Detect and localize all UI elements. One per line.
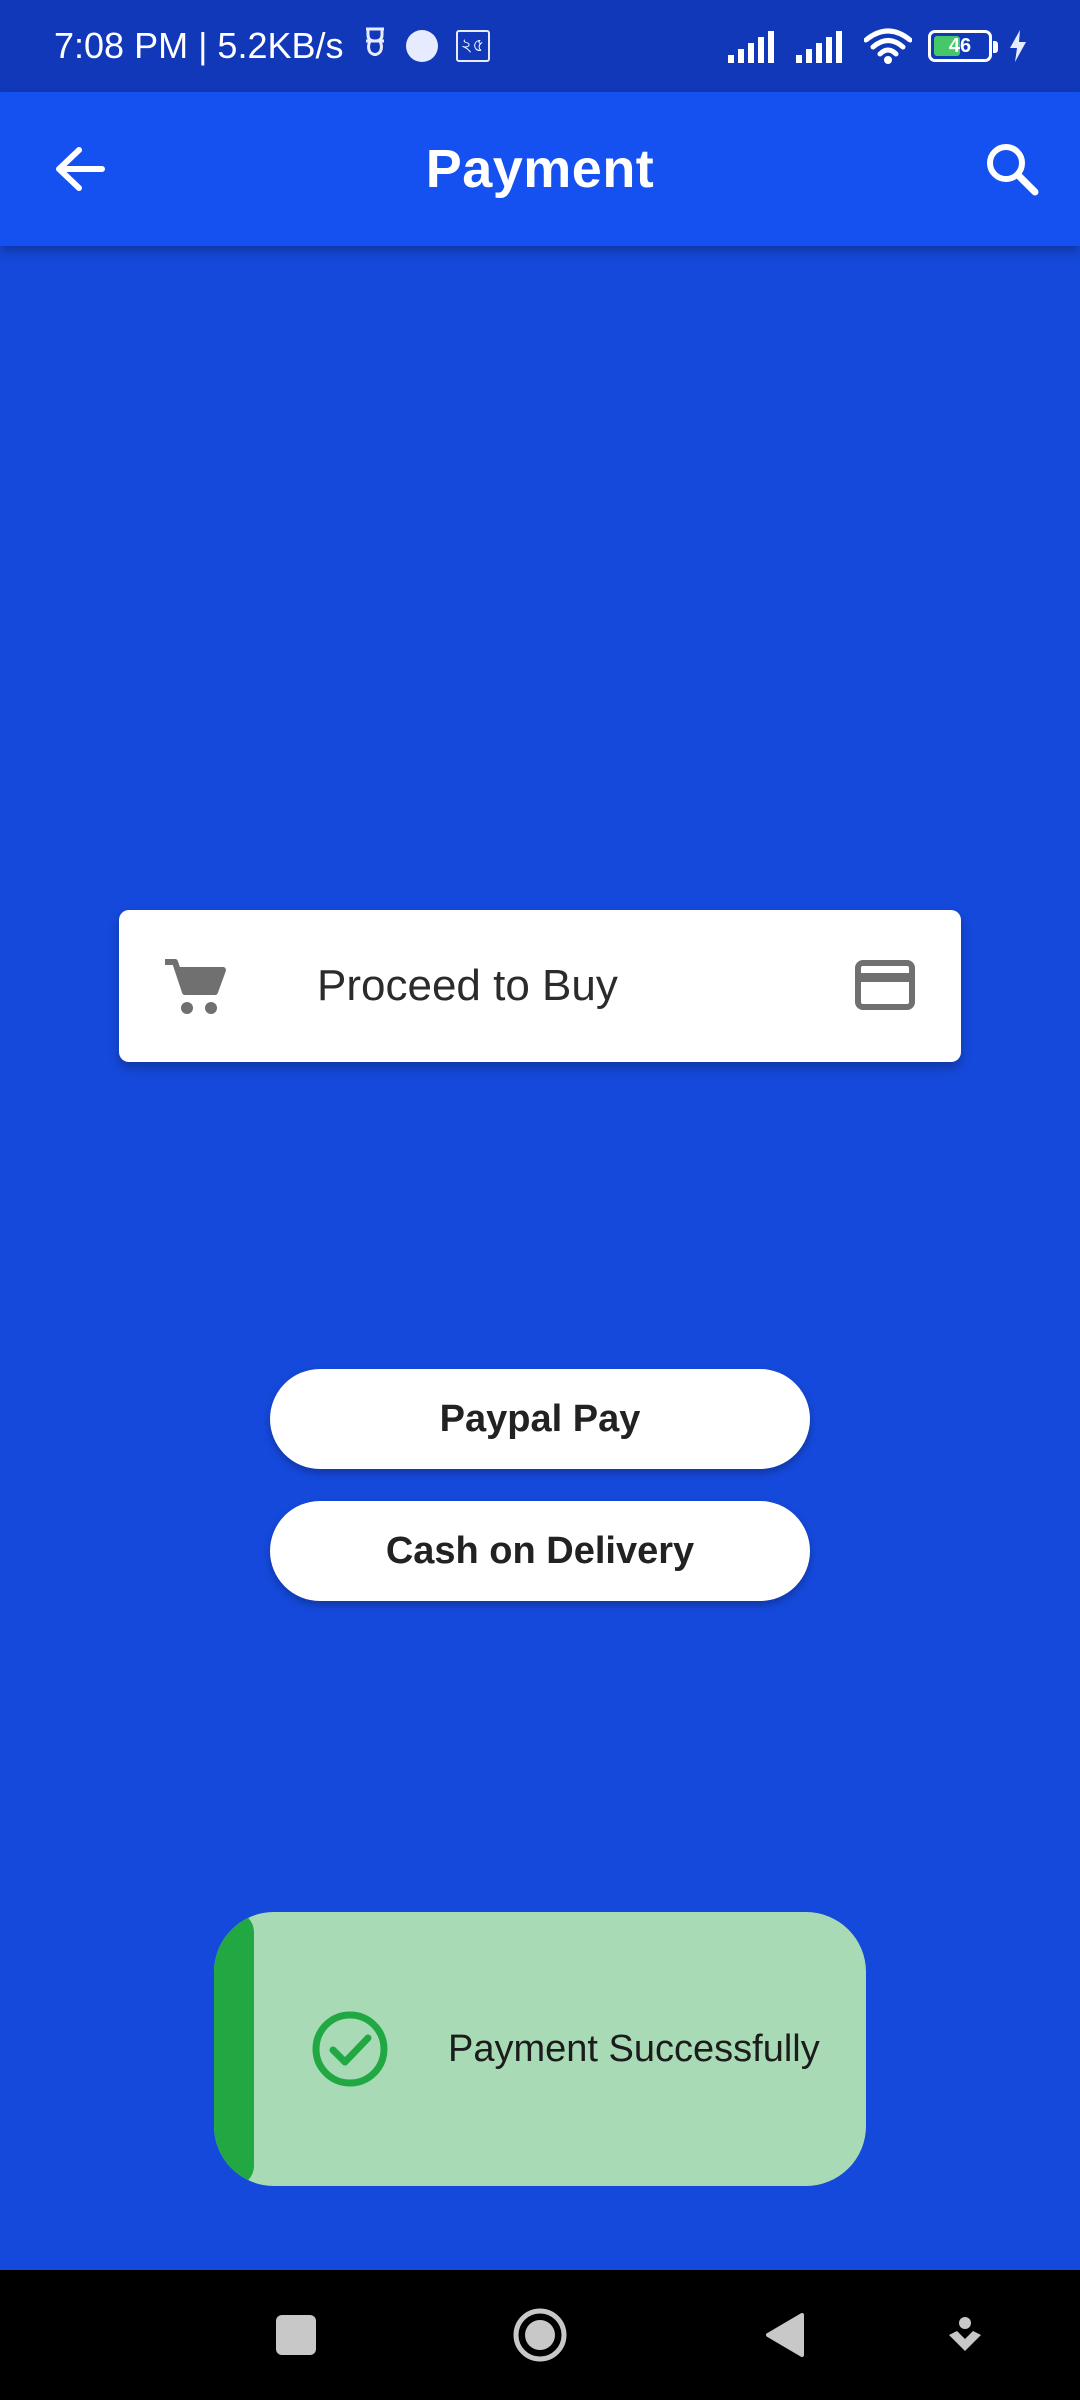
- signal-icon-2: [796, 31, 842, 63]
- down-chevron-icon: [949, 2317, 981, 2351]
- proceed-to-buy-label: Proceed to Buy: [317, 961, 618, 1010]
- arrow-back-icon: [56, 147, 105, 191]
- back-button[interactable]: [52, 141, 108, 197]
- notification-dot-icon: [405, 30, 438, 62]
- status-right: 46: [728, 28, 1028, 64]
- check-circle-icon: [312, 2011, 388, 2087]
- nav-recents-button[interactable]: [256, 2270, 336, 2400]
- paypal-pay-button[interactable]: Paypal Pay: [270, 1369, 810, 1469]
- recents-square-icon: [276, 2315, 316, 2355]
- paypal-pay-label: Paypal Pay: [439, 1397, 641, 1440]
- cart-icon: [165, 959, 226, 1014]
- status-bar: 7:08 PM | 5.2KB/s ২৫ 46: [0, 0, 1080, 92]
- battery-percent: 46: [948, 34, 972, 57]
- payment-success-toast: Payment Successfully: [214, 1912, 866, 2186]
- cash-on-delivery-label: Cash on Delivery: [385, 1529, 695, 1572]
- battery-icon: 46: [928, 30, 998, 62]
- toast-accent-bar: [214, 1912, 254, 2186]
- charging-icon: [1010, 30, 1026, 62]
- search-button[interactable]: [980, 137, 1044, 201]
- proceed-to-buy-button[interactable]: Proceed to Buy: [119, 910, 961, 1062]
- cash-on-delivery-button[interactable]: Cash on Delivery: [270, 1501, 810, 1601]
- wifi-icon: [864, 28, 912, 64]
- system-nav-bar: [0, 2270, 1080, 2400]
- credit-card-icon: [855, 960, 915, 1010]
- toast-message: Payment Successfully: [448, 2027, 820, 2070]
- back-triangle-icon: [766, 2313, 804, 2357]
- page-title: Payment: [425, 139, 655, 199]
- notification-icon: [362, 25, 388, 68]
- nav-home-button[interactable]: [500, 2270, 580, 2400]
- app-bar: Payment: [0, 92, 1080, 246]
- signal-icon: [728, 31, 774, 63]
- status-time-speed: 7:08 PM | 5.2KB/s: [54, 25, 344, 66]
- home-circle-icon: [513, 2308, 567, 2362]
- nav-back-button[interactable]: [744, 2270, 824, 2400]
- notification-box-icon: ২৫: [455, 30, 490, 62]
- nav-extra-button[interactable]: [930, 2270, 1000, 2400]
- search-icon: [987, 144, 1039, 196]
- status-left: 7:08 PM | 5.2KB/s ২৫: [54, 25, 490, 68]
